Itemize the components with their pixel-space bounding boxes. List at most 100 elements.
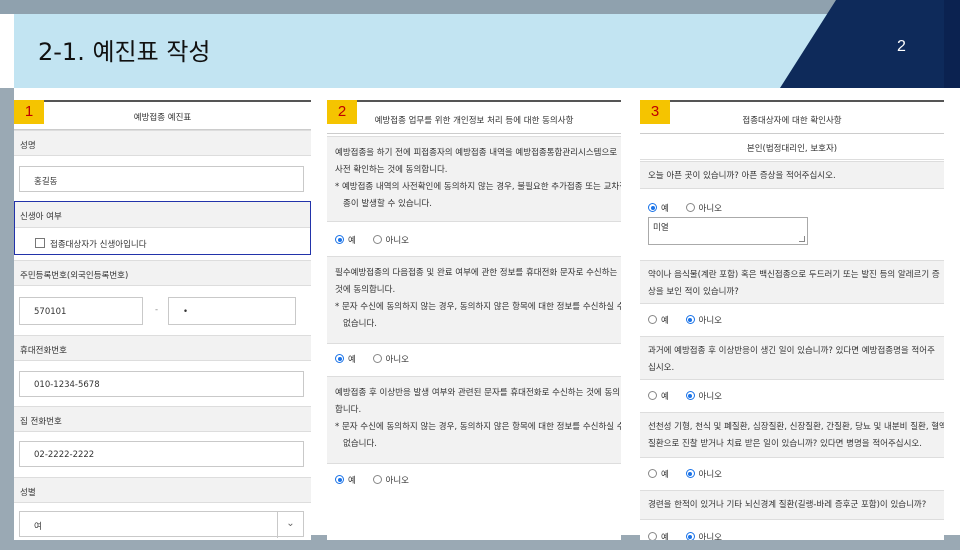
q2-yes[interactable]: 예	[648, 314, 669, 326]
q2-no[interactable]: 아니오	[685, 314, 722, 326]
consent3-yes[interactable]: 예	[335, 474, 356, 486]
home-phone-value: 02-2222-2222	[34, 450, 95, 460]
panel2-header-text: 예방접종 업무를 위한 개인정보 처리 등에 대한 동의사항	[374, 116, 574, 126]
question-5-text: 경련을 한적이 있거나 기타 뇌신경계 질환(길랭-바레 증후군 포함)이 있습…	[648, 500, 927, 510]
radio-empty-icon	[372, 235, 382, 244]
step-badge-1: 1	[14, 100, 44, 124]
question-3-line-2: 십시오.	[648, 363, 675, 373]
rrn-label: 주민등록번호(외국인등록번호)	[20, 271, 129, 281]
q5-no-label: 아니오	[698, 533, 722, 540]
q3-no[interactable]: 아니오	[685, 390, 722, 402]
mobile-label: 휴대전화번호	[20, 346, 67, 356]
q1-yes[interactable]: 예	[648, 202, 669, 214]
q1-yes-label: 예	[661, 204, 669, 214]
radio-empty-icon	[372, 354, 382, 363]
mobile-input[interactable]: 010-1234-5678	[19, 371, 304, 397]
name-value: 홍길동	[34, 177, 58, 187]
question-4-line-2: 질환으로 진찰 받거나 치료 받은 일이 있습니까? 있다면 병명을 적어주십시…	[648, 439, 922, 449]
panel2-header: 예방접종 업무를 위한 개인정보 처리 등에 대한 동의사항	[327, 100, 621, 134]
gender-label: 성별	[20, 488, 36, 498]
q3-yes-label: 예	[661, 392, 669, 402]
q4-no[interactable]: 아니오	[685, 468, 722, 480]
question-1: 오늘 아픈 곳이 있습니까? 아픈 증상을 적어주십시오.	[640, 161, 944, 189]
panel-vaccination-form: 예방접종 예진표 1 성명 홍길동 신생아 여부 접종대상자가 신생아입니다 주…	[14, 100, 311, 540]
radio-selected-icon	[685, 391, 695, 400]
name-input[interactable]: 홍길동	[19, 166, 304, 192]
question-2: 약이나 음식물(계란 포함) 혹은 백신접종으로 두드러기 또는 발진 등의 알…	[640, 260, 944, 304]
q1-answer-textarea[interactable]: 미열	[648, 217, 808, 245]
radio-empty-icon	[685, 203, 695, 212]
consent2-line-4: 없습니다.	[343, 319, 377, 329]
consent1-yes-label: 예	[348, 236, 356, 246]
name-label-row: 성명	[14, 130, 311, 156]
consent3-no[interactable]: 아니오	[372, 474, 409, 486]
q3-no-label: 아니오	[698, 392, 722, 402]
consent2-line-3: * 문자 수신에 동의하지 않는 경우, 동의하지 않은 항목에 대한 정보를 …	[335, 302, 621, 312]
consent2-yes[interactable]: 예	[335, 353, 356, 365]
rrn-back-value: •	[183, 307, 189, 317]
slide: 2-1. 예진표 작성 2 예방접종 예진표 1 성명 홍길동 신생아 여부 접…	[0, 0, 960, 550]
q1-answer-value: 미열	[653, 223, 669, 233]
question-3-line-1: 과거에 예방접종 후 이상반응이 생긴 일이 있습니까? 있다면 예방접종명을 …	[648, 346, 935, 356]
question-3: 과거에 예방접종 후 이상반응이 생긴 일이 있습니까? 있다면 예방접종명을 …	[640, 336, 944, 380]
newborn-checkbox-label: 접종대상자가 신생아입니다	[50, 240, 147, 250]
q5-no[interactable]: 아니오	[685, 531, 722, 540]
chevron-down-icon: ⌄	[277, 512, 303, 538]
panel3-header: 접종대상자에 대한 확인사항	[640, 100, 944, 134]
radio-selected-icon	[685, 315, 695, 324]
q4-yes-label: 예	[661, 470, 669, 480]
q5-yes[interactable]: 예	[648, 531, 669, 540]
radio-empty-icon	[372, 475, 382, 484]
q5-yes-label: 예	[661, 533, 669, 540]
consent1-line-2: 사전 확인하는 것에 동의합니다.	[335, 165, 448, 175]
slide-title: 2-1. 예진표 작성	[38, 38, 211, 66]
rrn-back-input[interactable]: •	[168, 297, 296, 325]
resize-grip-icon	[799, 236, 805, 242]
consent1-line-1: 예방접종을 하기 전에 피접종자의 예방접종 내역을 예방접종통합관리시스템으로	[335, 148, 618, 158]
rrn-dash: -	[155, 305, 159, 315]
consent2-line-2: 것에 동의합니다.	[335, 285, 396, 295]
consent2-yes-label: 예	[348, 355, 356, 365]
q1-radio-group: 예 아니오	[648, 202, 736, 218]
consent2-line-1: 필수예방접종의 다음접종 및 완료 여부에 관한 정보를 휴대전화 문자로 수신…	[335, 268, 618, 278]
panel3-header-text: 접종대상자에 대한 확인사항	[742, 116, 842, 126]
q3-radio-group: 예 아니오	[648, 390, 736, 406]
panel-checklist: 접종대상자에 대한 확인사항 3 본인(법정대리인, 보호자) 오늘 아픈 곳이…	[640, 100, 944, 540]
home-phone-input[interactable]: 02-2222-2222	[19, 441, 304, 467]
name-label: 성명	[20, 141, 36, 151]
q1-no-label: 아니오	[698, 204, 722, 214]
gender-select[interactable]: 여 ⌄	[19, 511, 304, 538]
q4-yes[interactable]: 예	[648, 468, 669, 480]
panel1-header: 예방접종 예진표	[14, 100, 311, 130]
consent2-radio-group: 예 아니오	[335, 353, 423, 369]
q1-no[interactable]: 아니오	[685, 202, 722, 214]
q4-no-label: 아니오	[698, 470, 722, 480]
gender-value: 여	[34, 522, 42, 532]
q3-yes[interactable]: 예	[648, 390, 669, 402]
q5-radio-group: 예 아니오	[648, 531, 736, 540]
radio-selected-icon	[335, 354, 344, 363]
gender-label-row: 성별	[14, 477, 311, 503]
home-phone-label-row: 집 전화번호	[14, 406, 311, 432]
consent1-no[interactable]: 아니오	[372, 234, 409, 246]
consent2-no-label: 아니오	[385, 355, 409, 365]
consent1-line-3: * 예방접종 내역의 사전확인에 동의하지 않는 경우, 불필요한 추가접종 또…	[335, 182, 621, 192]
consent1-yes[interactable]: 예	[335, 234, 356, 246]
consent3-radio-group: 예 아니오	[335, 474, 423, 490]
respondent-subheader: 본인(법정대리인, 보호자)	[640, 134, 944, 160]
newborn-checkbox[interactable]	[35, 238, 45, 248]
radio-selected-icon	[685, 532, 695, 540]
home-phone-label: 집 전화번호	[20, 417, 62, 427]
panel1-header-text: 예방접종 예진표	[133, 113, 192, 123]
mobile-label-row: 휴대전화번호	[14, 335, 311, 361]
radio-selected-icon	[685, 469, 695, 478]
rrn-front-input[interactable]: 570101	[19, 297, 143, 325]
q4-radio-group: 예 아니오	[648, 468, 736, 484]
consent2-no[interactable]: 아니오	[372, 353, 409, 365]
consent1-text: 예방접종을 하기 전에 피접종자의 예방접종 내역을 예방접종통합관리시스템으로…	[327, 136, 621, 222]
consent3-line-4: 없습니다.	[343, 439, 377, 449]
mobile-value: 010-1234-5678	[34, 380, 100, 390]
question-4: 선천성 기형, 천식 및 폐질환, 심장질환, 신장질환, 간질환, 당뇨 및 …	[640, 412, 944, 458]
consent3-line-3: * 문자 수신에 동의하지 않는 경우, 동의하지 않은 항목에 대한 정보를 …	[335, 422, 621, 432]
consent1-radio-group: 예 아니오	[335, 234, 423, 250]
